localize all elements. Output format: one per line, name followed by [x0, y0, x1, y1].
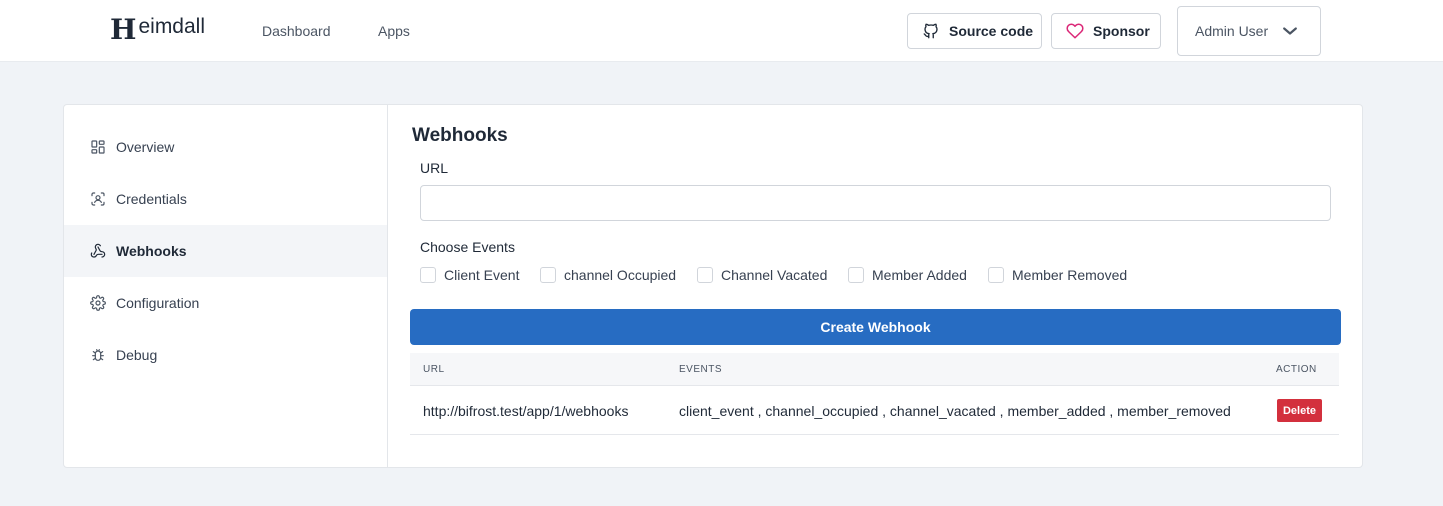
- sidebar-item-webhooks[interactable]: Webhooks: [64, 225, 387, 277]
- sidebar-item-label: Credentials: [116, 191, 187, 207]
- sidebar-item-configuration[interactable]: Configuration: [64, 277, 387, 329]
- table-header: URL EVENTS ACTION: [410, 353, 1339, 386]
- checkbox[interactable]: [697, 267, 713, 283]
- page-title: Webhooks: [412, 125, 508, 146]
- event-checkbox-client-event[interactable]: Client Event: [420, 266, 519, 284]
- event-checkbox-channel-occupied[interactable]: channel Occupied: [540, 266, 676, 284]
- create-webhook-button[interactable]: Create Webhook: [410, 309, 1341, 345]
- checkbox-label: Member Removed: [1012, 267, 1128, 283]
- event-checkbox-member-added[interactable]: Member Added: [848, 266, 967, 284]
- sidebar-item-label: Overview: [116, 139, 175, 155]
- sidebar-item-label: Debug: [116, 347, 158, 363]
- checkbox[interactable]: [848, 267, 864, 283]
- sidebar-item-debug[interactable]: Debug: [64, 329, 387, 381]
- gear-icon: [90, 295, 106, 311]
- column-header-events: EVENTS: [679, 364, 723, 375]
- app-settings-card: Overview Credentials Webhooks Configurat…: [63, 104, 1363, 468]
- checkbox[interactable]: [988, 267, 1004, 283]
- event-checkbox-member-removed[interactable]: Member Removed: [988, 266, 1127, 284]
- top-navbar: H eimdall Dashboard Apps Source code Spo…: [0, 0, 1443, 62]
- github-icon: [923, 23, 938, 39]
- logo-text: eimdall: [138, 14, 205, 38]
- app-sidebar: Overview Credentials Webhooks Configurat…: [64, 105, 388, 467]
- logo-letter: H: [110, 13, 137, 46]
- checkbox[interactable]: [540, 267, 556, 283]
- choose-events-label: Choose Events: [420, 239, 515, 255]
- sponsor-button[interactable]: Sponsor: [1051, 13, 1161, 49]
- checkbox-label: Client Event: [444, 267, 520, 283]
- delete-webhook-button[interactable]: Delete: [1277, 399, 1322, 422]
- webhook-icon: [90, 243, 106, 258]
- chevron-down-icon: [1283, 27, 1298, 35]
- checkbox-label: Channel Vacated: [721, 267, 828, 283]
- column-header-url: URL: [423, 364, 445, 375]
- heart-icon: [1066, 23, 1084, 39]
- event-checkbox-channel-vacated[interactable]: Channel Vacated: [697, 266, 827, 284]
- source-code-label: Source code: [949, 23, 1034, 39]
- url-label: URL: [420, 160, 449, 176]
- nav-apps-link[interactable]: Apps: [378, 23, 410, 39]
- webhook-events-cell: client_event , channel_occupied , channe…: [679, 403, 1231, 419]
- bug-icon: [92, 349, 104, 361]
- sidebar-item-credentials[interactable]: Credentials: [64, 173, 387, 225]
- user-name: Admin User: [1195, 23, 1269, 39]
- webhooks-panel: Webhooks URL Choose Events Client Event …: [389, 105, 1362, 467]
- sidebar-item-overview[interactable]: Overview: [64, 121, 387, 173]
- heimdall-logo[interactable]: H eimdall: [110, 14, 205, 46]
- id-badge-icon: [91, 192, 105, 206]
- sidebar-item-label: Configuration: [116, 295, 200, 311]
- column-header-action: ACTION: [1276, 364, 1317, 375]
- checkbox-label: channel Occupied: [564, 267, 677, 283]
- source-code-button[interactable]: Source code: [907, 13, 1042, 49]
- grid-icon: [91, 140, 105, 154]
- nav-dashboard-link[interactable]: Dashboard: [262, 23, 331, 39]
- webhook-url-input[interactable]: [420, 185, 1331, 221]
- sidebar-item-label: Webhooks: [116, 243, 187, 259]
- table-row: http://bifrost.test/app/1/webhooks clien…: [410, 386, 1339, 435]
- webhook-url-cell: http://bifrost.test/app/1/webhooks: [423, 403, 629, 419]
- sponsor-label: Sponsor: [1093, 23, 1150, 39]
- user-menu-button[interactable]: Admin User: [1177, 6, 1321, 56]
- checkbox-label: Member Added: [872, 267, 967, 283]
- checkbox[interactable]: [420, 267, 436, 283]
